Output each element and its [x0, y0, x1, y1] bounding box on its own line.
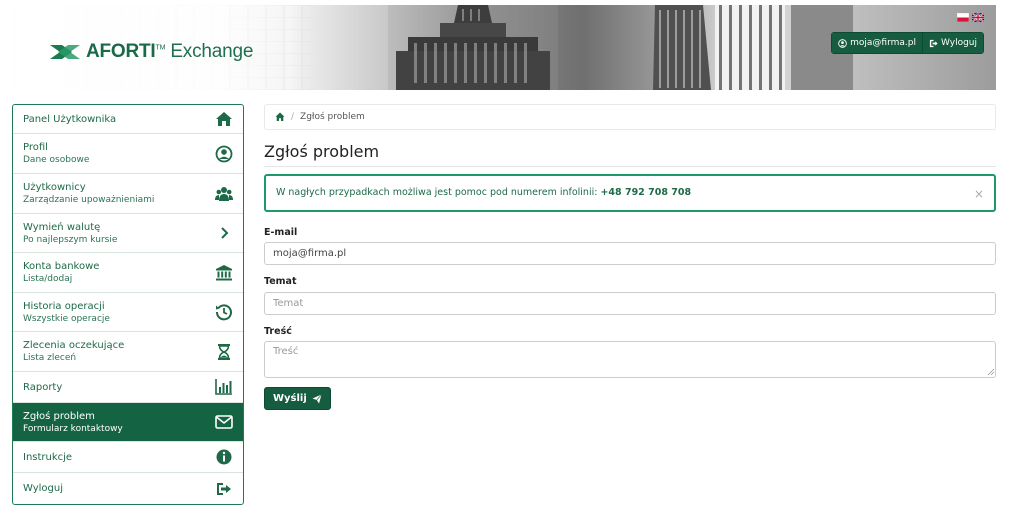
envelope-icon: [215, 413, 233, 431]
sidebar-item-profil[interactable]: Profil Dane osobowe: [13, 134, 243, 174]
divider: [264, 166, 996, 167]
sidebar-item-panel[interactable]: Panel Użytkownika: [13, 105, 243, 134]
user-email: moja@firma.pl: [850, 38, 916, 48]
sidebar-item-uzytkownicy[interactable]: Użytkownicy Zarządzanie upoważnieniami: [13, 174, 243, 214]
logo-text: AFORTITM Exchange: [86, 41, 254, 62]
email-field[interactable]: [264, 242, 996, 265]
language-switcher: [957, 13, 984, 22]
header-banner: AFORTITM Exchange moja@firma.pl Wyloguj: [13, 5, 996, 90]
sidebar-item-subtitle: Po najlepszym kursie: [23, 235, 118, 245]
subject-field[interactable]: [264, 292, 996, 315]
logout-label: Wyloguj: [941, 38, 977, 48]
sidebar-item-zglos-problem[interactable]: Zgłoś problem Formularz kontaktowy: [13, 403, 243, 442]
sidebar-item-wyloguj[interactable]: Wyloguj: [13, 473, 243, 504]
subject-label: Temat: [264, 276, 297, 287]
sidebar-item-zlecenia-oczekujace[interactable]: Zlecenia oczekujące Lista zleceń: [13, 332, 243, 372]
sidebar-item-title: Wymień walutę: [23, 222, 101, 233]
body-textarea[interactable]: [264, 341, 996, 378]
uk-flag-icon[interactable]: [972, 13, 984, 22]
sign-out-icon: [215, 480, 233, 498]
alert-phone: +48 792 708 708: [600, 187, 692, 198]
alert-text: W nagłych przypadkach możliwa jest pomoc…: [276, 187, 601, 198]
sidebar-item-title: Raporty: [23, 382, 63, 393]
palace-of-culture-image: [388, 5, 558, 90]
infoline-alert: W nagłych przypadkach możliwa jest pomoc…: [264, 174, 996, 212]
hourglass-icon: [215, 343, 233, 361]
chevron-right-icon: [215, 224, 233, 242]
history-icon: [215, 303, 233, 321]
body-label: Treść: [264, 326, 292, 337]
sidebar-item-title: Zgłoś problem: [23, 411, 95, 422]
sign-out-icon: [929, 39, 938, 47]
breadcrumb-current: Zgłoś problem: [300, 112, 365, 122]
resize-handle-icon[interactable]: [987, 368, 995, 376]
sidebar-item-title: Konta bankowe: [23, 261, 100, 272]
send-label: Wyślij: [273, 393, 307, 404]
sidebar-item-wymien-walute[interactable]: Wymień walutę Po najlepszym kursie: [13, 214, 243, 253]
info-icon: [215, 448, 233, 466]
logout-button[interactable]: Wyloguj: [922, 33, 983, 53]
home-icon: [215, 110, 233, 128]
sidebar-item-instrukcje[interactable]: Instrukcje: [13, 442, 243, 473]
sidebar-item-subtitle: Dane osobowe: [23, 155, 90, 165]
sidebar-item-subtitle: Lista zleceń: [23, 353, 77, 363]
sidebar-item-title: Profil: [23, 142, 48, 153]
bank-icon: [215, 264, 233, 282]
sidebar-nav: Panel Użytkownika Profil Dane osobowe Uż…: [12, 104, 244, 505]
polish-flag-icon[interactable]: [957, 13, 969, 22]
sidebar-item-raporty[interactable]: Raporty: [13, 372, 243, 403]
sidebar-item-title: Użytkownicy: [23, 182, 86, 193]
sidebar-item-subtitle: Zarządzanie upoważnieniami: [23, 195, 155, 205]
user-bar: moja@firma.pl Wyloguj: [831, 32, 984, 54]
sidebar-item-konta-bankowe[interactable]: Konta bankowe Lista/dodaj: [13, 253, 243, 293]
sidebar-item-title: Historia operacji: [23, 301, 105, 312]
sidebar-item-title: Wyloguj: [23, 483, 63, 494]
breadcrumb-separator: /: [291, 112, 295, 122]
bar-chart-icon: [215, 378, 233, 396]
page-title: Zgłoś problem: [264, 142, 380, 161]
sidebar-item-subtitle: Wszystkie operacje: [23, 314, 110, 324]
home-icon[interactable]: [275, 112, 285, 122]
sidebar-item-title: Panel Użytkownika: [23, 114, 117, 125]
aforti-logo-icon: [50, 45, 80, 59]
user-circle-icon: [215, 145, 233, 163]
users-icon: [215, 185, 233, 203]
sidebar-item-title: Instrukcje: [23, 452, 73, 463]
skyscraper-image: [653, 5, 853, 90]
alert-close-button[interactable]: ×: [974, 187, 984, 201]
user-circle-icon: [838, 38, 847, 48]
breadcrumb: / Zgłoś problem: [264, 104, 996, 130]
sidebar-item-subtitle: Formularz kontaktowy: [23, 424, 123, 434]
email-label: E-mail: [264, 227, 298, 238]
aforti-logo[interactable]: AFORTITM Exchange: [50, 41, 253, 63]
sidebar-item-historia-operacji[interactable]: Historia operacji Wszystkie operacje: [13, 293, 243, 332]
paper-plane-icon: [312, 393, 322, 403]
sidebar-item-subtitle: Lista/dodaj: [23, 274, 73, 284]
user-account-button[interactable]: moja@firma.pl: [832, 33, 922, 53]
sidebar-item-title: Zlecenia oczekujące: [23, 340, 125, 351]
send-button[interactable]: Wyślij: [264, 387, 331, 410]
